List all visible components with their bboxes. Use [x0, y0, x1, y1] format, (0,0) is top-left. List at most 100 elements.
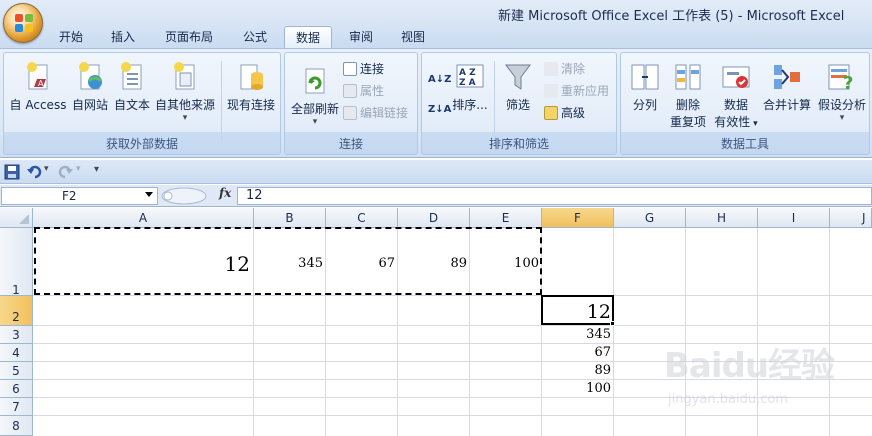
- name-box-dropdown-icon[interactable]: [145, 192, 153, 197]
- column-header-c[interactable]: C: [326, 208, 398, 228]
- tab-formulas[interactable]: 公式: [232, 26, 278, 48]
- filter-button[interactable]: 筛选: [498, 61, 538, 113]
- undo-icon[interactable]: [26, 164, 42, 180]
- insert-function-icon[interactable]: fx: [219, 186, 231, 200]
- remove-duplicates-icon: [673, 61, 703, 93]
- sort-button[interactable]: A ZZ A 排序...: [450, 61, 490, 113]
- tab-insert[interactable]: 插入: [100, 26, 146, 48]
- sort-ascending-button[interactable]: A↓Z: [428, 69, 451, 87]
- clear-icon: [544, 62, 558, 76]
- sort-za-icon: Z↓A: [428, 104, 452, 115]
- from-access-button[interactable]: A 自 Access: [8, 61, 68, 113]
- row-header-4[interactable]: 4: [0, 344, 33, 362]
- formula-input[interactable]: 12: [237, 187, 872, 205]
- funnel-icon: [503, 61, 533, 93]
- column-header-h[interactable]: H: [686, 208, 758, 228]
- cell-f3[interactable]: 345: [542, 327, 611, 342]
- tab-home[interactable]: 开始: [48, 26, 94, 48]
- existing-connections-icon: [236, 61, 266, 93]
- group-data-tools: 分列 删除 重复项 数据 有效性 ▾ 合并计算 ? 假设分析 ▾ 数据工具: [620, 52, 870, 155]
- column-header-j[interactable]: J: [830, 208, 872, 228]
- edit-links-icon: [343, 106, 357, 120]
- fill-handle[interactable]: [610, 321, 615, 326]
- separator: [221, 61, 222, 141]
- office-button[interactable]: [3, 3, 43, 43]
- cell-f4[interactable]: 67: [542, 345, 611, 360]
- column-header-a[interactable]: A: [33, 208, 254, 228]
- dropdown-arrow-icon: ▾: [182, 113, 188, 123]
- column-header-f[interactable]: F: [542, 208, 614, 228]
- row-header-7[interactable]: 7: [0, 398, 33, 416]
- window-title: 新建 Microsoft Office Excel 工作表 (5) - Micr…: [498, 9, 845, 24]
- dropdown-arrow-icon: ▾: [312, 117, 318, 127]
- gridline: [33, 295, 872, 296]
- sort-descending-button[interactable]: Z↓A: [428, 99, 451, 117]
- tab-review[interactable]: 审阅: [338, 26, 384, 48]
- redo-icon[interactable]: [58, 164, 74, 180]
- clear-filter-button[interactable]: 清除: [544, 60, 585, 78]
- row-header-2[interactable]: 2: [0, 296, 33, 326]
- connections-button[interactable]: 连接: [343, 60, 384, 78]
- text-to-columns-button[interactable]: 分列: [627, 61, 663, 113]
- refresh-icon: [300, 65, 330, 97]
- gridline: [33, 325, 872, 326]
- properties-button[interactable]: 属性: [343, 82, 384, 100]
- svg-text:Z A: Z A: [459, 78, 476, 88]
- svg-text:?: ?: [843, 73, 853, 93]
- sort-az-icon: A↓Z: [428, 74, 452, 85]
- reapply-button[interactable]: 重新应用: [544, 82, 609, 100]
- row-header-1[interactable]: 1: [0, 228, 33, 297]
- group-label-external: 获取外部数据: [105, 137, 178, 151]
- existing-connections-button[interactable]: 现有连接: [224, 61, 278, 113]
- watermark-url: jingyan.baidu.com: [668, 392, 788, 407]
- from-text-button[interactable]: 自文本: [112, 61, 152, 113]
- from-web-button[interactable]: 自网站: [70, 61, 110, 113]
- web-globe-icon: [75, 61, 105, 93]
- sort-dialog-icon: A ZZ A: [455, 61, 485, 93]
- validation-icon: [721, 61, 751, 93]
- what-if-analysis-button[interactable]: ? 假设分析 ▾: [815, 61, 869, 123]
- title-bar: 新建 Microsoft Office Excel 工作表 (5) - Micr…: [0, 0, 872, 50]
- column-header-g[interactable]: G: [614, 208, 686, 228]
- svg-text:A: A: [38, 79, 44, 88]
- dropdown-arrow-icon: ▾: [839, 113, 845, 123]
- refresh-all-button[interactable]: 全部刷新 ▾: [289, 65, 341, 127]
- cell-f5[interactable]: 89: [542, 363, 611, 378]
- group-get-external-data: A 自 Access 自网站 自文本 自其他来源 ▾ 现有连接 获取外部数据: [3, 52, 281, 155]
- consolidate-button[interactable]: 合并计算: [761, 61, 813, 113]
- separator: [494, 61, 495, 141]
- dropdown-arrow-icon: ▾: [750, 119, 758, 129]
- tab-page-layout[interactable]: 页面布局: [154, 26, 224, 48]
- other-sources-icon: [170, 61, 200, 93]
- row-header-5[interactable]: 5: [0, 362, 33, 380]
- edit-links-button[interactable]: 编辑链接: [343, 104, 408, 122]
- text-to-columns-icon: [630, 61, 660, 93]
- customize-qat-icon[interactable]: ▾: [94, 164, 110, 180]
- save-icon[interactable]: [4, 164, 20, 180]
- name-box[interactable]: F2: [1, 187, 158, 205]
- redo-dropdown-icon[interactable]: ▾: [76, 164, 92, 180]
- office-logo-icon: [15, 14, 33, 32]
- quick-access-toolbar: ▾ ▾ ▾: [0, 160, 872, 184]
- select-all-button[interactable]: [0, 208, 33, 228]
- row-header-3[interactable]: 3: [0, 326, 33, 344]
- column-header-d[interactable]: D: [398, 208, 470, 228]
- row-header-6[interactable]: 6: [0, 380, 33, 398]
- column-header-i[interactable]: I: [758, 208, 830, 228]
- column-header-b[interactable]: B: [254, 208, 326, 228]
- data-validation-button[interactable]: 数据 有效性 ▾: [713, 61, 759, 130]
- advanced-filter-button[interactable]: 高级: [544, 104, 585, 122]
- group-label-sort-filter: 排序和筛选: [488, 137, 549, 151]
- access-db-icon: A: [23, 61, 53, 93]
- formula-bar: F2 fx 12: [0, 185, 872, 207]
- reapply-icon: [544, 84, 558, 98]
- remove-duplicates-button[interactable]: 删除 重复项: [667, 61, 709, 130]
- gridline: [613, 228, 614, 436]
- column-header-e[interactable]: E: [470, 208, 542, 228]
- tab-data[interactable]: 数据: [284, 26, 332, 50]
- from-other-sources-button[interactable]: 自其他来源 ▾: [154, 61, 216, 123]
- cell-f6[interactable]: 100: [542, 381, 611, 396]
- row-header-8[interactable]: 8: [0, 416, 33, 436]
- group-sort-filter: A↓Z Z↓A A ZZ A 排序... 筛选 清除 重新应用 高级 排序和筛选: [421, 52, 617, 155]
- tab-view[interactable]: 视图: [390, 26, 436, 48]
